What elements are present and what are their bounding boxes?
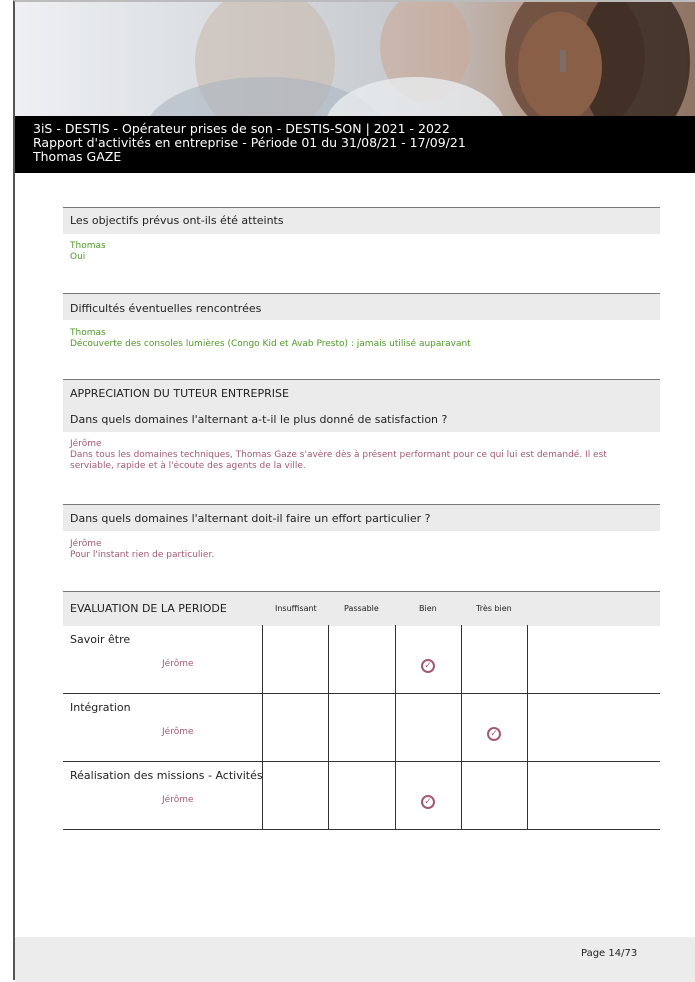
page-number: Page 14/73	[581, 948, 638, 959]
evaluation-title: EVALUATION DE LA PERIODE	[70, 602, 227, 615]
column-passable: Passable	[344, 604, 379, 613]
row-tutor: Jérôme	[162, 795, 194, 805]
section-objectifs-title-text: Les objectifs prévus ont-ils été atteint…	[70, 214, 284, 227]
check-icon: ✓	[487, 727, 501, 741]
appreciation-answer-line1: Dans tous les domaines techniques, Thoma…	[70, 450, 607, 460]
page-footer: Page 14/73	[15, 937, 695, 982]
section-appreciation: APPRECIATION DU TUTEUR ENTREPRISE Dans q…	[63, 379, 660, 432]
section-difficultes-title: Difficultés éventuelles rencontrées	[63, 293, 660, 320]
appreciation-heading: APPRECIATION DU TUTEUR ENTREPRISE	[70, 387, 289, 400]
appreciation-answer-line2: serviable, rapide et à l'écoute des agen…	[70, 461, 306, 471]
difficultes-author: Thomas	[70, 328, 106, 338]
column-bien: Bien	[419, 604, 437, 613]
check-icon: ✓	[421, 659, 435, 673]
banner-photo	[15, 2, 695, 116]
check-icon: ✓	[421, 795, 435, 809]
appreciation-question: Dans quels domaines l'alternant a-t-il l…	[70, 413, 448, 426]
header-student-name: Thomas GAZE	[33, 149, 122, 164]
row-tutor: Jérôme	[162, 727, 194, 737]
report-page: 3iS - DESTIS - Opérateur prises de son -…	[13, 0, 695, 982]
objectifs-answer: Oui	[70, 252, 86, 262]
row-label: Réalisation des missions - Activités	[70, 769, 263, 782]
section-effort-title: Dans quels domaines l'alternant doit-il …	[63, 504, 660, 531]
section-effort-title-text: Dans quels domaines l'alternant doit-il …	[70, 512, 431, 525]
row-tutor: Jérôme	[162, 659, 194, 669]
section-difficultes-title-text: Difficultés éventuelles rencontrées	[70, 302, 262, 315]
report-header: 3iS - DESTIS - Opérateur prises de son -…	[15, 116, 695, 173]
column-tres-bien: Très bien	[476, 604, 512, 613]
header-program: 3iS - DESTIS - Opérateur prises de son -…	[33, 121, 450, 136]
difficultes-answer: Découverte des consoles lumières (Congo …	[70, 339, 471, 349]
objectifs-author: Thomas	[70, 241, 106, 251]
appreciation-author: Jérôme	[70, 439, 102, 449]
evaluation-header: EVALUATION DE LA PERIODE Insuffisant Pas…	[63, 591, 660, 626]
evaluation-row: Réalisation des missions - Activités Jér…	[63, 761, 660, 830]
column-insuffisant: Insuffisant	[275, 604, 317, 613]
evaluation-row: Intégration Jérôme ✓	[63, 693, 660, 762]
section-objectifs-title: Les objectifs prévus ont-ils été atteint…	[63, 207, 660, 234]
row-label: Savoir être	[70, 633, 131, 646]
effort-author: Jérôme	[70, 539, 102, 549]
evaluation-row: Savoir être Jérôme ✓	[63, 625, 660, 694]
row-label: Intégration	[70, 701, 131, 714]
header-report-title: Rapport d'activités en entreprise - Péri…	[33, 135, 466, 150]
banner-illustration	[150, 2, 690, 116]
effort-answer: Pour l'instant rien de particulier.	[70, 550, 215, 560]
